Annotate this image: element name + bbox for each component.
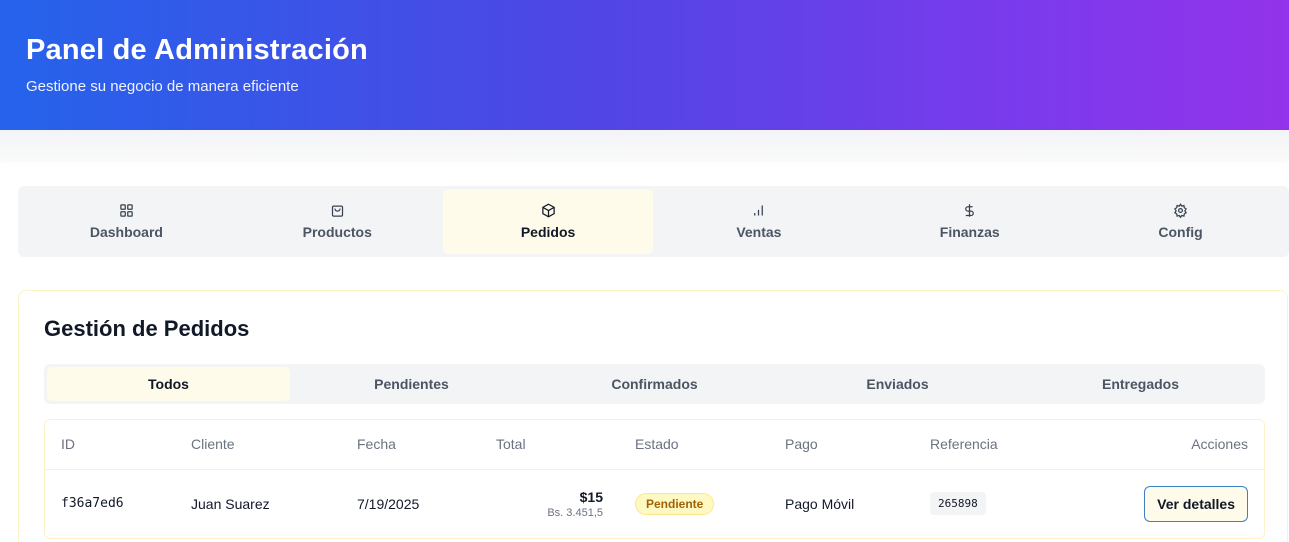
order-total-cell: $15 Bs. 3.451,5 [480, 469, 619, 538]
order-filter-tabs: Todos Pendientes Confirmados Enviados En… [44, 364, 1265, 404]
tab-pedidos[interactable]: Pedidos [442, 189, 654, 254]
tab-pedidos-label: Pedidos [520, 224, 576, 240]
main-nav: Dashboard Productos Pedidos Ventas Finan… [18, 186, 1289, 257]
view-details-button[interactable]: Ver detalles [1144, 485, 1248, 522]
tab-finanzas-label: Finanzas [939, 224, 1000, 240]
col-acciones: Acciones [1064, 420, 1264, 470]
col-referencia: Referencia [914, 420, 1064, 470]
page-subtitle: Gestione su negocio de manera eficiente [26, 78, 299, 95]
tab-config-label: Config [1158, 224, 1203, 240]
tab-productos-label: Productos [302, 224, 372, 240]
order-total-bs: Bs. 3.451,5 [547, 506, 603, 519]
filter-enviados[interactable]: Enviados [776, 367, 1019, 401]
tab-ventas-label: Ventas [736, 224, 782, 240]
gear-icon [1174, 203, 1188, 218]
order-estado-cell: Pendiente [619, 469, 769, 538]
bar-chart-icon [754, 205, 764, 216]
order-id: f36a7ed6 [61, 496, 124, 512]
col-total: Total [480, 420, 619, 470]
tab-ventas[interactable]: Ventas [653, 189, 864, 254]
orders-title: Gestión de Pedidos [44, 316, 250, 341]
col-fecha: Fecha [341, 420, 480, 470]
page-title: Panel de Administración [26, 34, 368, 66]
col-pago: Pago [769, 420, 914, 470]
dollar-icon [965, 204, 975, 217]
tab-productos[interactable]: Productos [232, 189, 443, 254]
status-badge: Pendiente [635, 492, 715, 515]
filter-todos[interactable]: Todos [47, 367, 290, 401]
reference-code: 265898 [930, 492, 986, 516]
tab-dashboard[interactable]: Dashboard [21, 189, 232, 254]
order-total: $15 [579, 488, 603, 505]
col-estado: Estado [619, 420, 769, 470]
orders-table: ID Cliente Fecha Total Estado Pago Refer… [44, 419, 1265, 539]
filter-confirmados[interactable]: Confirmados [533, 367, 776, 401]
header-shadow [0, 130, 1289, 162]
col-id: ID [45, 420, 175, 470]
tab-dashboard-label: Dashboard [89, 224, 163, 240]
tab-config[interactable]: Config [1075, 189, 1286, 254]
shopping-bag-icon [331, 205, 343, 217]
orders-card: Gestión de Pedidos Todos Pendientes Conf… [18, 290, 1288, 542]
tab-finanzas[interactable]: Finanzas [864, 189, 1075, 254]
col-cliente: Cliente [175, 420, 341, 470]
filter-pendientes[interactable]: Pendientes [290, 367, 533, 401]
order-cliente: Juan Suarez [191, 495, 270, 512]
grid-icon [120, 204, 133, 217]
package-icon [541, 203, 555, 218]
table-row: f36a7ed6 Juan Suarez 7/19/2025 $15 Bs. 3… [45, 469, 1264, 538]
order-actions-cell: Ver detalles [1064, 469, 1264, 538]
order-fecha: 7/19/2025 [357, 495, 420, 512]
order-pago: Pago Móvil [785, 495, 855, 512]
table-header-row: ID Cliente Fecha Total Estado Pago Refer… [45, 420, 1264, 470]
filter-entregados[interactable]: Entregados [1019, 367, 1262, 401]
header: Panel de Administración Gestione su nego… [0, 0, 1289, 130]
order-referencia-cell: 265898 [914, 469, 1064, 538]
